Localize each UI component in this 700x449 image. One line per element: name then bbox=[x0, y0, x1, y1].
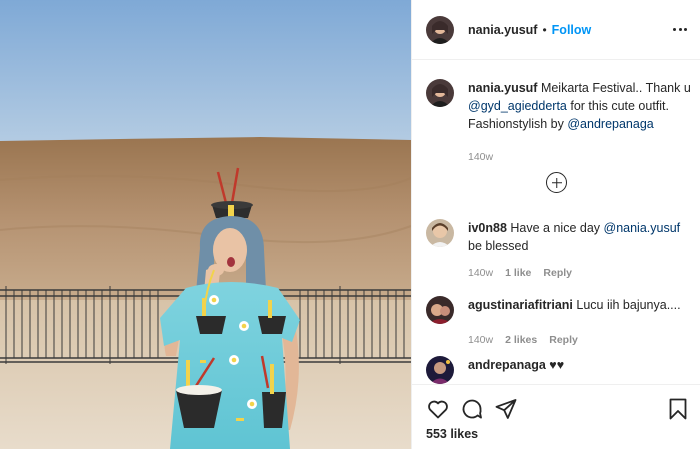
caption-username[interactable]: nania.yusuf bbox=[468, 81, 537, 95]
comment-text: iv0n88 Have a nice day @nania.yusuf be b… bbox=[468, 219, 694, 255]
caption-body: nania.yusuf Meikarta Festival.. Thank u … bbox=[468, 79, 694, 166]
plus-circle-icon[interactable] bbox=[546, 172, 567, 193]
separator-dot: • bbox=[542, 22, 547, 37]
likes-count[interactable]: 553 likes bbox=[426, 427, 478, 441]
like-count[interactable]: 2 likes bbox=[505, 331, 537, 349]
comment-text-part: ♥♥ bbox=[545, 358, 565, 372]
comment-text: andrepanaga ♥♥ bbox=[468, 356, 694, 374]
mention-link[interactable]: @andrepanaga bbox=[567, 117, 653, 131]
avatar[interactable] bbox=[426, 356, 454, 384]
caption-meta: 140w bbox=[468, 148, 694, 166]
more-options-icon[interactable] bbox=[673, 22, 687, 36]
comments-list[interactable]: nania.yusuf Meikarta Festival.. Thank u … bbox=[412, 61, 700, 384]
comment-item: andrepanaga ♥♥ bbox=[426, 356, 694, 384]
avatar[interactable] bbox=[426, 296, 454, 324]
comment-item: iv0n88 Have a nice day @nania.yusuf be b… bbox=[426, 219, 694, 282]
follow-button[interactable]: Follow bbox=[552, 23, 592, 37]
comment-body: iv0n88 Have a nice day @nania.yusuf be b… bbox=[468, 219, 694, 282]
like-count[interactable]: 1 like bbox=[505, 264, 531, 282]
comment-body: agustinariafitriani Lucu iih bajunya....… bbox=[468, 296, 694, 349]
comment-text-part: Have a nice day bbox=[506, 221, 604, 235]
comment-meta: 140w 1 like Reply bbox=[468, 264, 694, 282]
comment-text-part: Lucu iih bajunya.... bbox=[572, 298, 681, 312]
heart-icon[interactable] bbox=[426, 397, 450, 421]
caption-text-part: Meikarta Festival.. Thank u bbox=[537, 81, 691, 95]
caption: nania.yusuf Meikarta Festival.. Thank u … bbox=[426, 79, 694, 166]
post-sidebar: nania.yusuf • Follow nania.yusuf Meikart… bbox=[411, 0, 700, 449]
comment-item: agustinariafitriani Lucu iih bajunya....… bbox=[426, 296, 694, 349]
timestamp[interactable]: 140w bbox=[468, 331, 493, 349]
timestamp[interactable]: 140w bbox=[468, 264, 493, 282]
comment-text-part: be blessed bbox=[468, 239, 529, 253]
comment-username[interactable]: andrepanaga bbox=[468, 358, 546, 372]
bookmark-icon[interactable] bbox=[666, 397, 690, 421]
post-header: nania.yusuf • Follow bbox=[412, 0, 700, 60]
mention-link[interactable]: @gyd_agiedderta bbox=[468, 99, 567, 113]
caption-text: nania.yusuf Meikarta Festival.. Thank u … bbox=[468, 79, 694, 133]
author-username[interactable]: nania.yusuf bbox=[468, 23, 537, 37]
avatar[interactable] bbox=[426, 15, 454, 44]
comment-username[interactable]: agustinariafitriani bbox=[468, 298, 573, 312]
post-photo[interactable] bbox=[0, 0, 411, 449]
avatar[interactable] bbox=[426, 79, 454, 107]
share-icon[interactable] bbox=[494, 397, 518, 421]
post-actions: 553 likes bbox=[412, 384, 700, 449]
comment-body: andrepanaga ♥♥ bbox=[468, 356, 694, 384]
comment-username[interactable]: iv0n88 bbox=[468, 221, 507, 235]
timestamp[interactable]: 140w bbox=[468, 148, 493, 166]
comment-icon[interactable] bbox=[460, 397, 484, 421]
comment-meta: 140w 2 likes Reply bbox=[468, 331, 694, 349]
avatar[interactable] bbox=[426, 219, 454, 247]
reply-button[interactable]: Reply bbox=[549, 331, 578, 349]
mention-link[interactable]: @nania.yusuf bbox=[604, 221, 681, 235]
reply-button[interactable]: Reply bbox=[543, 264, 572, 282]
comment-text: agustinariafitriani Lucu iih bajunya.... bbox=[468, 296, 694, 314]
